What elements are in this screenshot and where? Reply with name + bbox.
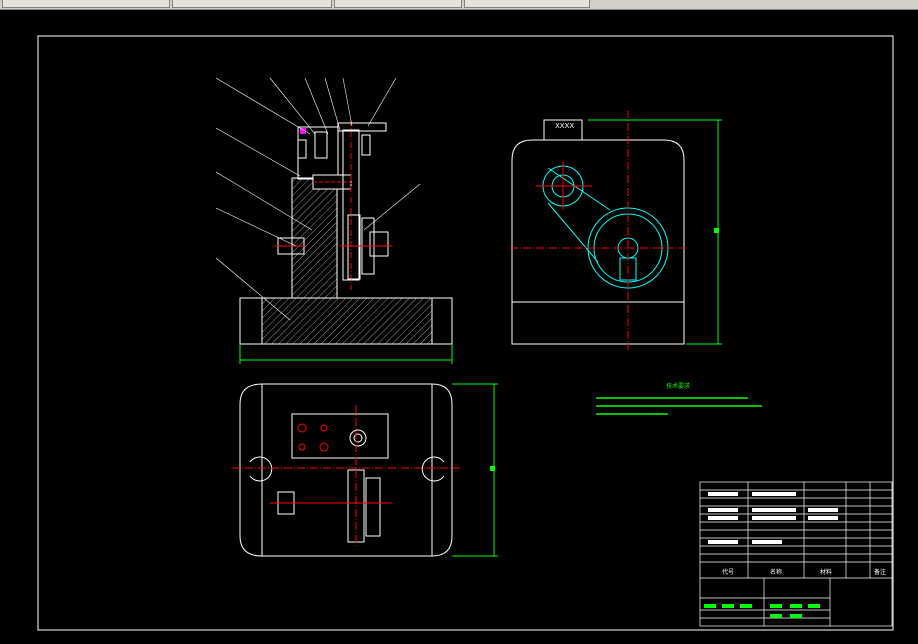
- top-view: [232, 383, 498, 557]
- document-tab-2[interactable]: [172, 0, 332, 8]
- cad-drawing-canvas[interactable]: XXXX 技术要求 代号 名称 材料 备注: [0, 10, 918, 644]
- document-tab-bar: [0, 0, 918, 10]
- top-block-label: XXXX: [555, 122, 574, 130]
- title-header-material: 材料: [820, 568, 832, 576]
- title-header-code: 代号: [722, 568, 734, 576]
- title-block: [699, 481, 893, 627]
- title-header-name: 名称: [770, 568, 782, 576]
- title-header-remark: 备注: [874, 568, 886, 576]
- side-view: XXXX: [510, 110, 722, 350]
- document-tab-1[interactable]: [2, 0, 170, 8]
- front-view: [239, 120, 453, 364]
- technical-notes: 技术要求: [596, 382, 762, 415]
- notes-title: 技术要求: [666, 382, 690, 390]
- document-tab-3[interactable]: [334, 0, 462, 8]
- document-tab-4[interactable]: [464, 0, 590, 8]
